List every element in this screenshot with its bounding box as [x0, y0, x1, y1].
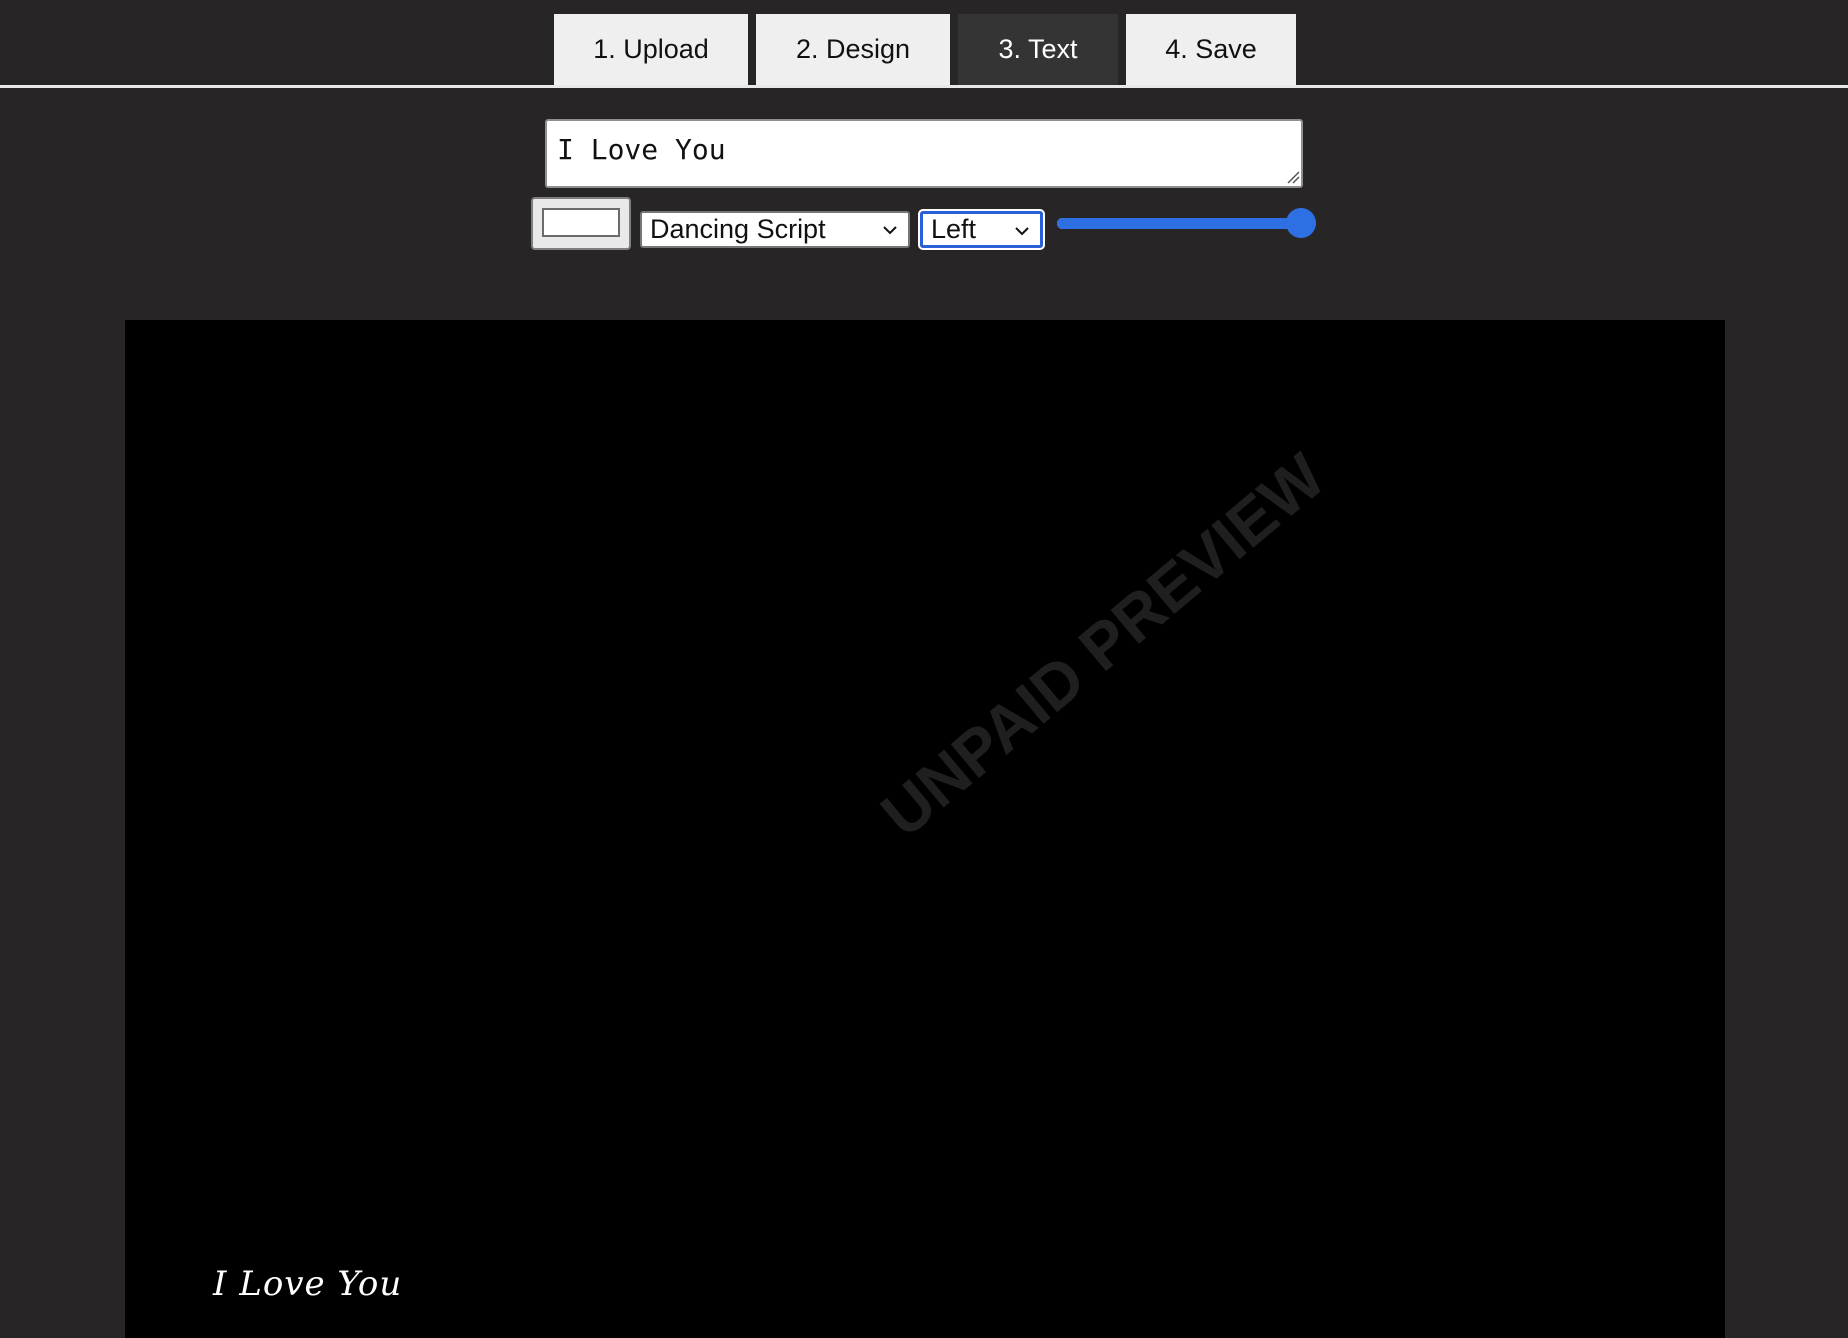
font-size-slider[interactable]	[1057, 206, 1316, 240]
slider-fill	[1057, 218, 1316, 229]
preview-canvas: UNPAID PREVIEW I Love You	[125, 320, 1725, 1338]
font-select-value: Dancing Script	[650, 214, 826, 244]
step-tabs: 1. Upload 2. Design 3. Text 4. Save	[0, 0, 1848, 88]
soundwave-photo-preview: UNPAID PREVIEW	[868, 439, 1339, 850]
tab-upload[interactable]: 1. Upload	[554, 14, 748, 85]
tab-design[interactable]: 2. Design	[756, 14, 950, 85]
preview-caption-text: I Love You	[213, 1264, 403, 1304]
font-family-select[interactable]: Dancing Script	[640, 211, 910, 248]
chevron-down-icon	[883, 226, 897, 235]
tab-save[interactable]: 4. Save	[1126, 14, 1296, 85]
color-swatch	[542, 208, 620, 237]
watermark-text: UNPAID PREVIEW	[868, 439, 1339, 850]
chevron-down-icon	[1015, 227, 1029, 236]
text-color-picker[interactable]	[531, 197, 631, 250]
caption-text-input[interactable]: I Love You	[545, 119, 1303, 188]
align-select-value: Left	[931, 214, 977, 244]
tab-text[interactable]: 3. Text	[958, 14, 1118, 85]
resize-grip-icon[interactable]	[1286, 170, 1300, 184]
slider-thumb[interactable]	[1286, 208, 1316, 238]
text-align-select[interactable]: Left	[918, 209, 1045, 250]
